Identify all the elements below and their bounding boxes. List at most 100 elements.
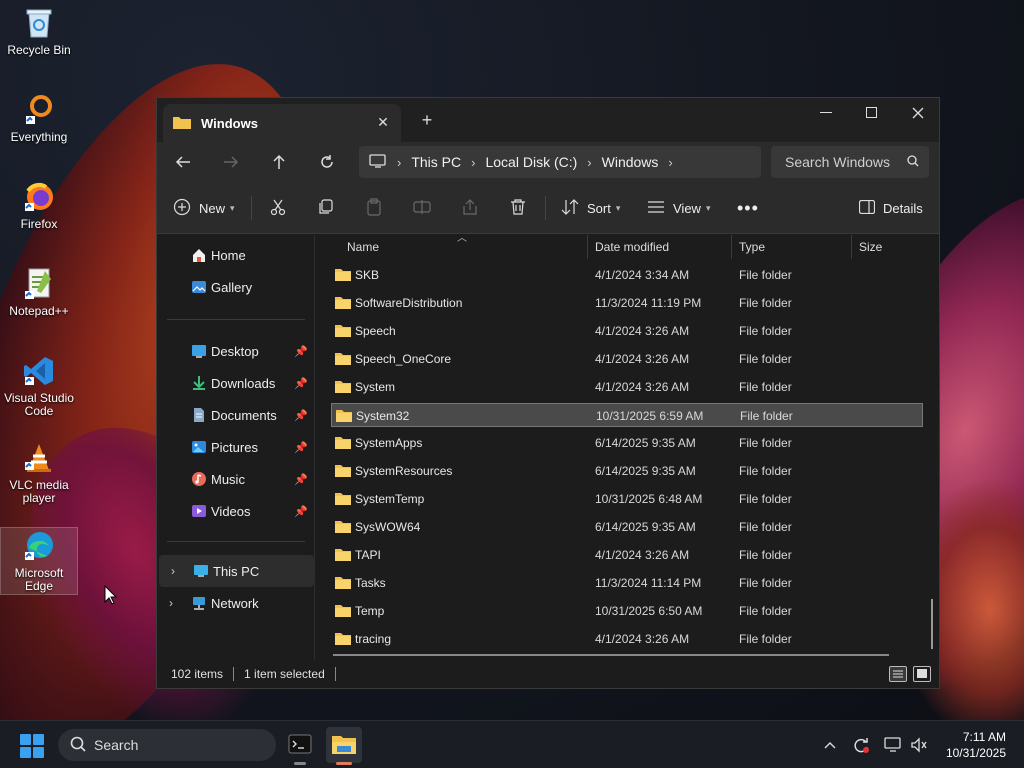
more-options-button[interactable]: ••• — [737, 196, 759, 220]
file-row[interactable]: Tasks 11/3/2024 11:14 PM File folder — [331, 571, 923, 595]
cut-button[interactable] — [269, 196, 287, 220]
column-header-size[interactable]: Size — [859, 235, 882, 259]
taskbar-terminal[interactable] — [282, 727, 318, 765]
column-divider[interactable] — [731, 235, 732, 259]
view-button[interactable]: View ▾ — [647, 196, 710, 220]
details-pane-button[interactable]: Details — [858, 196, 923, 220]
column-header-type[interactable]: Type — [739, 235, 765, 259]
desktop-icon-recycle-bin[interactable]: Recycle Bin — [0, 6, 78, 57]
forward-button[interactable] — [217, 148, 245, 176]
new-tab-button[interactable]: + — [417, 110, 437, 130]
file-row[interactable]: SystemApps 6/14/2025 9:35 AM File folder — [331, 431, 923, 455]
file-type: File folder — [739, 324, 792, 338]
volume-muted-icon[interactable] — [909, 735, 929, 755]
file-row[interactable]: System32 10/31/2025 6:59 AM File folder — [331, 403, 923, 427]
rename-button[interactable] — [413, 196, 431, 220]
edge-icon — [22, 529, 56, 563]
running-indicator — [336, 762, 352, 765]
chevron-right-icon[interactable]: › — [171, 564, 175, 578]
sidebar-item-home[interactable]: Home — [157, 239, 312, 271]
address-bar[interactable]: › This PC › Local Disk (C:) › Windows › — [359, 146, 761, 178]
desktop-icon-everything[interactable]: Everything — [0, 93, 78, 144]
back-button[interactable] — [169, 148, 197, 176]
delete-button[interactable] — [509, 196, 527, 220]
new-button[interactable]: New ▾ — [173, 196, 235, 220]
taskbar-file-explorer[interactable] — [326, 727, 362, 765]
sort-ascending-icon: ︿ — [457, 233, 467, 244]
close-window-button[interactable] — [895, 98, 941, 128]
sort-icon — [561, 198, 579, 219]
paste-button[interactable] — [365, 196, 383, 220]
chevron-right-icon[interactable]: › — [668, 155, 672, 170]
folder-icon — [335, 436, 351, 449]
maximize-button[interactable] — [849, 98, 895, 128]
desktop-icon-firefox[interactable]: Firefox — [0, 180, 78, 231]
file-date-modified: 10/31/2025 6:48 AM — [595, 492, 703, 506]
status-divider — [233, 667, 235, 681]
sidebar-item-network[interactable]: › Network — [157, 587, 312, 619]
sidebar-item-gallery[interactable]: Gallery — [157, 271, 312, 303]
chevron-up-icon[interactable] — [820, 735, 840, 755]
file-row[interactable]: SoftwareDistribution 11/3/2024 11:19 PM Fi… — [331, 291, 923, 315]
share-button[interactable] — [461, 196, 479, 220]
desktop-icon-notepadpp[interactable]: Notepad++ — [0, 267, 78, 318]
pin-icon: 📌 — [294, 345, 308, 358]
column-divider[interactable] — [851, 235, 852, 259]
file-row[interactable]: SystemResources 6/14/2025 9:35 AM File fol… — [331, 459, 923, 483]
taskbar-search[interactable]: Search — [58, 729, 276, 761]
file-row[interactable]: TAPI 4/1/2024 3:26 AM File folder — [331, 543, 923, 567]
desktop-icon-vlc[interactable]: VLC media player — [0, 441, 78, 505]
sync-icon[interactable] — [851, 735, 871, 755]
column-header-date[interactable]: Date modified — [595, 235, 669, 259]
view-label: View — [673, 200, 701, 216]
breadcrumb-this-pc[interactable]: This PC — [411, 154, 461, 170]
refresh-button[interactable] — [313, 148, 341, 176]
file-row[interactable]: System 4/1/2024 3:26 AM File folder — [331, 375, 923, 399]
sidebar-item-music[interactable]: Music 📌 — [157, 463, 312, 495]
sidebar-item-pictures[interactable]: Pictures 📌 — [157, 431, 312, 463]
sidebar-item-videos[interactable]: Videos 📌 — [157, 495, 312, 527]
sidebar-item-downloads[interactable]: Downloads 📌 — [157, 367, 312, 399]
start-button[interactable] — [20, 734, 44, 758]
taskbar-clock[interactable]: 7:11 AM 10/31/2025 — [946, 729, 1006, 761]
chevron-right-icon[interactable]: › — [169, 596, 173, 610]
copy-button[interactable] — [317, 196, 335, 220]
desktop-icon-vscode[interactable]: Visual Studio Code — [0, 354, 78, 418]
minimize-button[interactable] — [803, 98, 849, 128]
breadcrumb-windows[interactable]: Windows — [602, 154, 659, 170]
gallery-icon — [191, 279, 207, 295]
search-input[interactable]: Search Windows — [771, 146, 929, 178]
sidebar-item-documents[interactable]: Documents 📌 — [157, 399, 312, 431]
tab-windows[interactable]: Windows ✕ — [163, 104, 401, 142]
horizontal-scrollbar[interactable] — [333, 654, 889, 656]
column-divider[interactable] — [587, 235, 588, 259]
chevron-right-icon[interactable]: › — [471, 155, 475, 170]
file-row[interactable]: Temp 10/31/2025 6:50 AM File folder — [331, 599, 923, 623]
vertical-scrollbar[interactable] — [931, 599, 933, 649]
details-view-toggle[interactable] — [889, 666, 907, 682]
sort-button[interactable]: Sort ▾ — [561, 196, 620, 220]
sidebar-item-label: This PC — [213, 563, 260, 579]
chevron-right-icon[interactable]: › — [587, 155, 591, 170]
close-tab-icon[interactable]: ✕ — [375, 114, 391, 130]
column-header-name[interactable]: Name — [347, 235, 379, 259]
network-status-icon[interactable] — [883, 735, 903, 755]
breadcrumb-local-disk[interactable]: Local Disk (C:) — [485, 154, 577, 170]
share-icon — [461, 198, 479, 219]
up-button[interactable] — [265, 148, 293, 176]
large-icons-view-toggle[interactable] — [913, 666, 931, 682]
file-name: SystemResources — [355, 464, 453, 478]
sidebar-item-this-pc[interactable]: › This PC — [159, 555, 314, 587]
desktop-icon-label: VLC media player — [9, 478, 69, 505]
file-row[interactable]: SKB 4/1/2024 3:34 AM File folder — [331, 263, 923, 287]
file-row[interactable]: SysWOW64 6/14/2025 9:35 AM File folder — [331, 515, 923, 539]
file-row[interactable]: Speech 4/1/2024 3:26 AM File folder — [331, 319, 923, 343]
chevron-down-icon: ▾ — [230, 202, 235, 213]
file-row[interactable]: SystemTemp 10/31/2025 6:48 AM File folder — [331, 487, 923, 511]
file-row[interactable]: tracing 4/1/2024 3:26 AM File folder — [331, 627, 923, 651]
sidebar-divider — [167, 541, 305, 542]
file-row[interactable]: Speech_OneCore 4/1/2024 3:26 AM File folde… — [331, 347, 923, 371]
desktop-icon-label: Microsoft Edge — [14, 566, 64, 593]
desktop-icon-edge[interactable]: Microsoft Edge — [0, 527, 78, 595]
sidebar-item-desktop[interactable]: Desktop 📌 — [157, 335, 312, 367]
